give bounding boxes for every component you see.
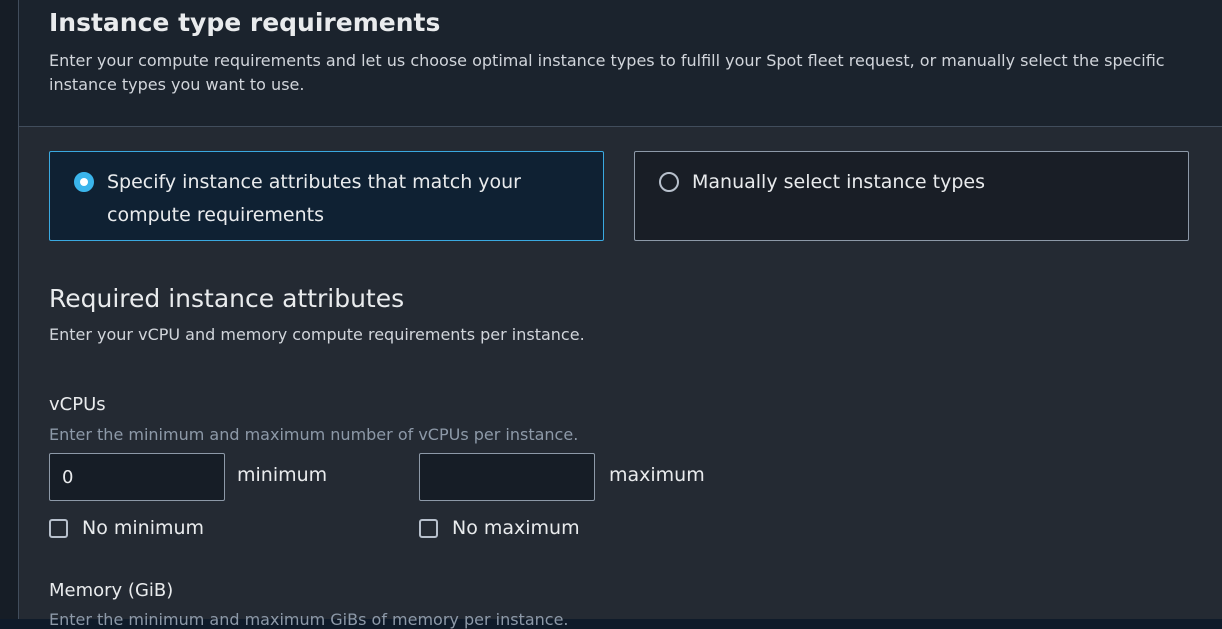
memory-label: Memory (GiB) xyxy=(49,580,174,601)
no-maximum-label: No maximum xyxy=(452,517,580,539)
instance-type-requirements-panel: Instance type requirements Enter your co… xyxy=(18,0,1222,629)
option-manual-select-label: Manually select instance types xyxy=(692,171,985,193)
no-minimum-label: No minimum xyxy=(82,517,205,539)
option-specify-attributes-tile[interactable]: Specify instance attributes that match y… xyxy=(49,151,604,241)
vcpus-min-input[interactable] xyxy=(49,453,225,501)
radio-unselected-icon[interactable] xyxy=(659,172,679,192)
option-specify-attributes-label: Specify instance attributes that match y… xyxy=(107,171,521,226)
left-rail xyxy=(0,0,18,619)
vcpus-min-suffix: minimum xyxy=(237,464,328,486)
vcpus-max-input[interactable] xyxy=(419,453,595,501)
page-title: Instance type requirements xyxy=(49,8,441,37)
panel-header: Instance type requirements Enter your co… xyxy=(19,0,1222,127)
option-manual-select-tile[interactable]: Manually select instance types xyxy=(634,151,1189,241)
no-maximum-checkbox[interactable] xyxy=(419,519,438,538)
memory-description: Enter the minimum and maximum GiBs of me… xyxy=(49,610,569,629)
radio-selected-icon[interactable] xyxy=(74,172,94,192)
vcpus-description: Enter the minimum and maximum number of … xyxy=(49,425,579,444)
vcpus-max-suffix: maximum xyxy=(609,464,705,486)
required-attributes-title: Required instance attributes xyxy=(49,284,405,313)
vcpus-label: vCPUs xyxy=(49,394,106,415)
no-minimum-checkbox[interactable] xyxy=(49,519,68,538)
page-description: Enter your compute requirements and let … xyxy=(49,51,1165,94)
required-attributes-description: Enter your vCPU and memory compute requi… xyxy=(49,325,585,344)
